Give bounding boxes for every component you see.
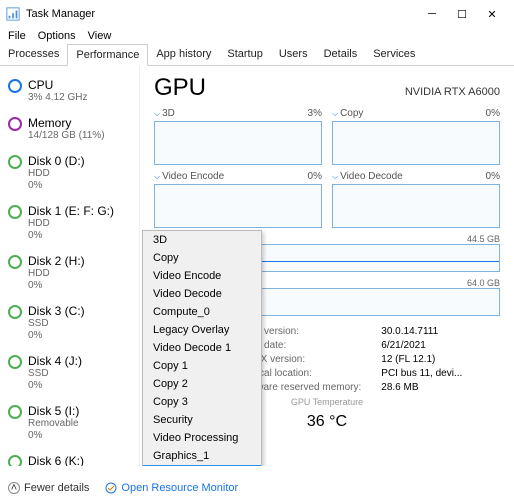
tab-services[interactable]: Services [365, 44, 423, 65]
dropdown-item-video-processing[interactable]: Video Processing [143, 429, 261, 447]
dropdown-item-security[interactable]: Security [143, 411, 261, 429]
disk-icon [8, 255, 22, 269]
close-button[interactable]: ✕ [486, 8, 498, 20]
maximize-button[interactable]: ☐ [456, 8, 468, 20]
menubar: File Options View [0, 28, 514, 44]
tab-users[interactable]: Users [271, 44, 316, 65]
graph-label-vdecode[interactable]: Video Decode [340, 171, 403, 182]
window-title: Task Manager [26, 8, 426, 20]
titlebar: Task Manager ─ ☐ ✕ [0, 0, 514, 28]
sidebar-item-disk-6-k-[interactable]: Disk 6 (K:)Removable0% [0, 448, 139, 466]
disk-icon [8, 355, 22, 369]
graph-copy[interactable] [332, 121, 500, 165]
graph-pct-3d: 3% [308, 108, 322, 119]
dropdown-item-copy-1[interactable]: Copy 1 [143, 357, 261, 375]
graph-label-3d[interactable]: 3D [162, 108, 175, 119]
disk-icon [8, 205, 22, 219]
footer: ˄ Fewer details Open Resource Monitor [8, 482, 238, 494]
sidebar-item-memory[interactable]: Memory14/128 GB (11%) [0, 110, 139, 148]
cpu-icon [8, 79, 22, 93]
chevron-down-icon[interactable]: ⌵ [332, 172, 338, 182]
menu-file[interactable]: File [8, 30, 26, 42]
mem-icon [8, 117, 22, 131]
sidebar[interactable]: CPU3% 4.12 GHzMemory14/128 GB (11%)Disk … [0, 66, 140, 466]
minimize-button[interactable]: ─ [426, 8, 438, 20]
disk-icon [8, 405, 22, 419]
dropdown-item-copy[interactable]: Copy [143, 249, 261, 267]
chevron-down-icon[interactable]: ⌵ [154, 172, 160, 182]
dropdown-item-3d[interactable]: 3D [143, 231, 261, 249]
graph-pct-vencode: 0% [308, 171, 322, 182]
chevron-down-icon[interactable]: ⌵ [154, 109, 160, 119]
graph-3d[interactable] [154, 121, 322, 165]
monitor-icon [105, 482, 117, 494]
sidebar-item-disk-2-h-[interactable]: Disk 2 (H:)HDD0% [0, 248, 139, 298]
menu-options[interactable]: Options [38, 30, 76, 42]
chevron-up-icon: ˄ [8, 482, 20, 494]
dropdown-item-video-decode-1[interactable]: Video Decode 1 [143, 339, 261, 357]
tab-details[interactable]: Details [316, 44, 366, 65]
page-title: GPU [154, 74, 206, 102]
disk-icon [8, 155, 22, 169]
tabs: Processes Performance App history Startu… [0, 44, 514, 66]
graph-pct-copy: 0% [486, 108, 500, 119]
menu-view[interactable]: View [88, 30, 112, 42]
gpu-name: NVIDIA RTX A6000 [405, 86, 500, 98]
dropdown-item-video-decode[interactable]: Video Decode [143, 285, 261, 303]
disk-icon [8, 305, 22, 319]
graph-video-encode[interactable] [154, 184, 322, 228]
tab-performance[interactable]: Performance [67, 44, 148, 66]
open-resource-monitor-link[interactable]: Open Resource Monitor [105, 482, 238, 494]
graph-pct-vdecode: 0% [486, 171, 500, 182]
sidebar-item-disk-1-e-f-g-[interactable]: Disk 1 (E: F: G:)HDD0% [0, 198, 139, 248]
chevron-down-icon[interactable]: ⌵ [332, 109, 338, 119]
sidebar-item-disk-3-c-[interactable]: Disk 3 (C:)SSD0% [0, 298, 139, 348]
dropdown-item-cuda[interactable]: Cuda [143, 465, 261, 466]
graph-label-copy[interactable]: Copy [340, 108, 363, 119]
dropdown-item-legacy-overlay[interactable]: Legacy Overlay [143, 321, 261, 339]
tab-processes[interactable]: Processes [0, 44, 67, 65]
sidebar-item-disk-0-d-[interactable]: Disk 0 (D:)HDD0% [0, 148, 139, 198]
sidebar-item-disk-5-i-[interactable]: Disk 5 (I:)Removable0% [0, 398, 139, 448]
main-panel: GPU NVIDIA RTX A6000 ⌵3D 3% ⌵Copy 0% [140, 66, 514, 466]
dropdown-item-copy-3[interactable]: Copy 3 [143, 393, 261, 411]
graph-video-decode[interactable] [332, 184, 500, 228]
graph-label-vencode[interactable]: Video Encode [162, 171, 224, 182]
dropdown-item-compute-0[interactable]: Compute_0 [143, 303, 261, 321]
engine-dropdown[interactable]: 3DCopyVideo EncodeVideo DecodeCompute_0L… [142, 230, 262, 466]
sidebar-item-cpu[interactable]: CPU3% 4.12 GHz [0, 72, 139, 110]
tab-app-history[interactable]: App history [148, 44, 219, 65]
tab-startup[interactable]: Startup [219, 44, 270, 65]
disk-icon [8, 455, 22, 466]
dropdown-item-copy-2[interactable]: Copy 2 [143, 375, 261, 393]
sidebar-item-disk-4-j-[interactable]: Disk 4 (J:)SSD0% [0, 348, 139, 398]
dropdown-item-video-encode[interactable]: Video Encode [143, 267, 261, 285]
fewer-details-button[interactable]: ˄ Fewer details [8, 482, 89, 494]
taskmgr-icon [6, 7, 20, 21]
dropdown-item-graphics-1[interactable]: Graphics_1 [143, 447, 261, 465]
